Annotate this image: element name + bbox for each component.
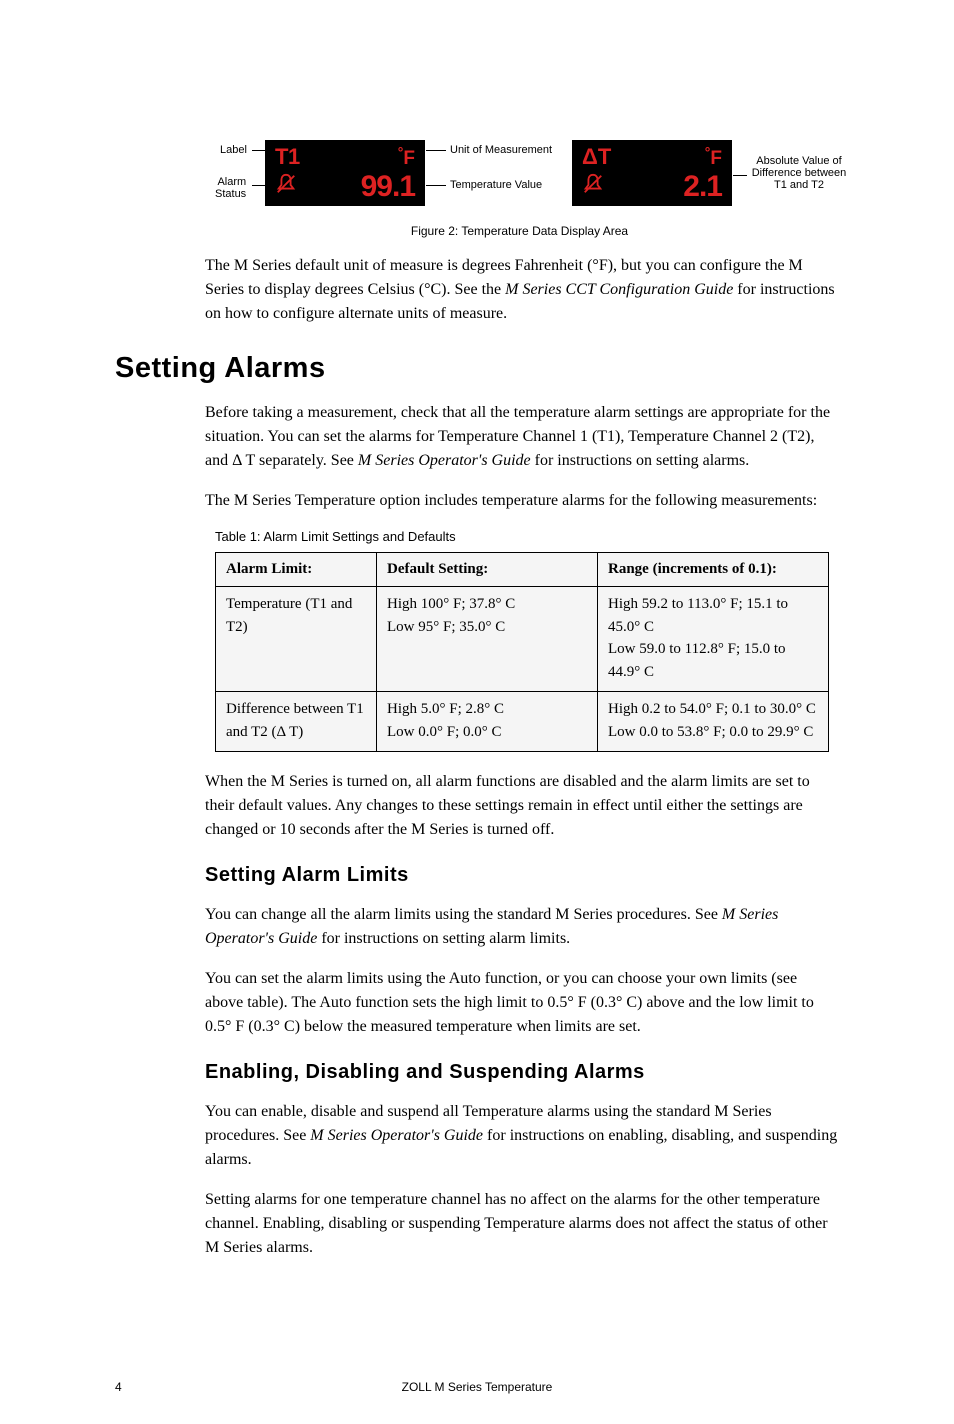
para-enable-disable: You can enable, disable and suspend all …	[205, 1100, 839, 1172]
display-unit: °F	[398, 144, 415, 170]
callout-alarm-status: AlarmStatus	[215, 176, 246, 200]
table-header: Default Setting:	[377, 553, 598, 587]
table-row: Temperature (T1 and T2) High 100° F; 37.…	[216, 587, 829, 692]
table-header: Alarm Limit:	[216, 553, 377, 587]
table-caption: Table 1: Alarm Limit Settings and Defaul…	[215, 529, 839, 544]
para-temp-option: The M Series Temperature option includes…	[205, 489, 839, 513]
table-header: Range (increments of 0.1):	[598, 553, 829, 587]
display-unit: °F	[705, 144, 722, 170]
footer-title: ZOLL M Series Temperature	[115, 1380, 839, 1394]
para-one-channel: Setting alarms for one temperature chann…	[205, 1188, 839, 1260]
heading-enabling-disabling: Enabling, Disabling and Suspending Alarm…	[205, 1061, 839, 1084]
callout-unit: Unit of Measurement	[450, 144, 552, 156]
display-label: ΔT	[582, 144, 611, 170]
para-turned-on: When the M Series is turned on, all alar…	[205, 770, 839, 842]
alarm-limits-table: Alarm Limit: Default Setting: Range (inc…	[215, 552, 829, 752]
page-footer: 4 ZOLL M Series Temperature	[115, 1380, 839, 1394]
display-value: 99.1	[361, 170, 415, 204]
callout-temp-value: Temperature Value	[450, 179, 542, 191]
heading-setting-alarms: Setting Alarms	[115, 352, 839, 385]
para-auto-function: You can set the alarm limits using the A…	[205, 967, 839, 1039]
para-change-limits: You can change all the alarm limits usin…	[205, 903, 839, 951]
para-before-measurement: Before taking a measurement, check that …	[205, 401, 839, 473]
figure-2: Label AlarmStatus Unit of Measurement Te…	[200, 130, 839, 238]
table-row: Difference between T1 and T2 (Δ T) High …	[216, 692, 829, 752]
temp-display-t1: T1 °F 99.1	[265, 140, 425, 206]
callout-label: Label	[220, 144, 247, 156]
figure-caption: Figure 2: Temperature Data Display Area	[200, 224, 839, 238]
alarm-bell-icon	[582, 173, 604, 200]
display-value: 2.1	[683, 170, 722, 204]
heading-setting-alarm-limits: Setting Alarm Limits	[205, 864, 839, 887]
temp-display-delta: ΔT °F 2.1	[572, 140, 732, 206]
page-number: 4	[115, 1380, 122, 1394]
callout-abs-value: Absolute Value of Difference between T1 …	[749, 155, 849, 191]
display-label: T1	[275, 144, 300, 170]
intro-paragraph: The M Series default unit of measure is …	[205, 254, 839, 326]
alarm-bell-icon	[275, 173, 297, 200]
